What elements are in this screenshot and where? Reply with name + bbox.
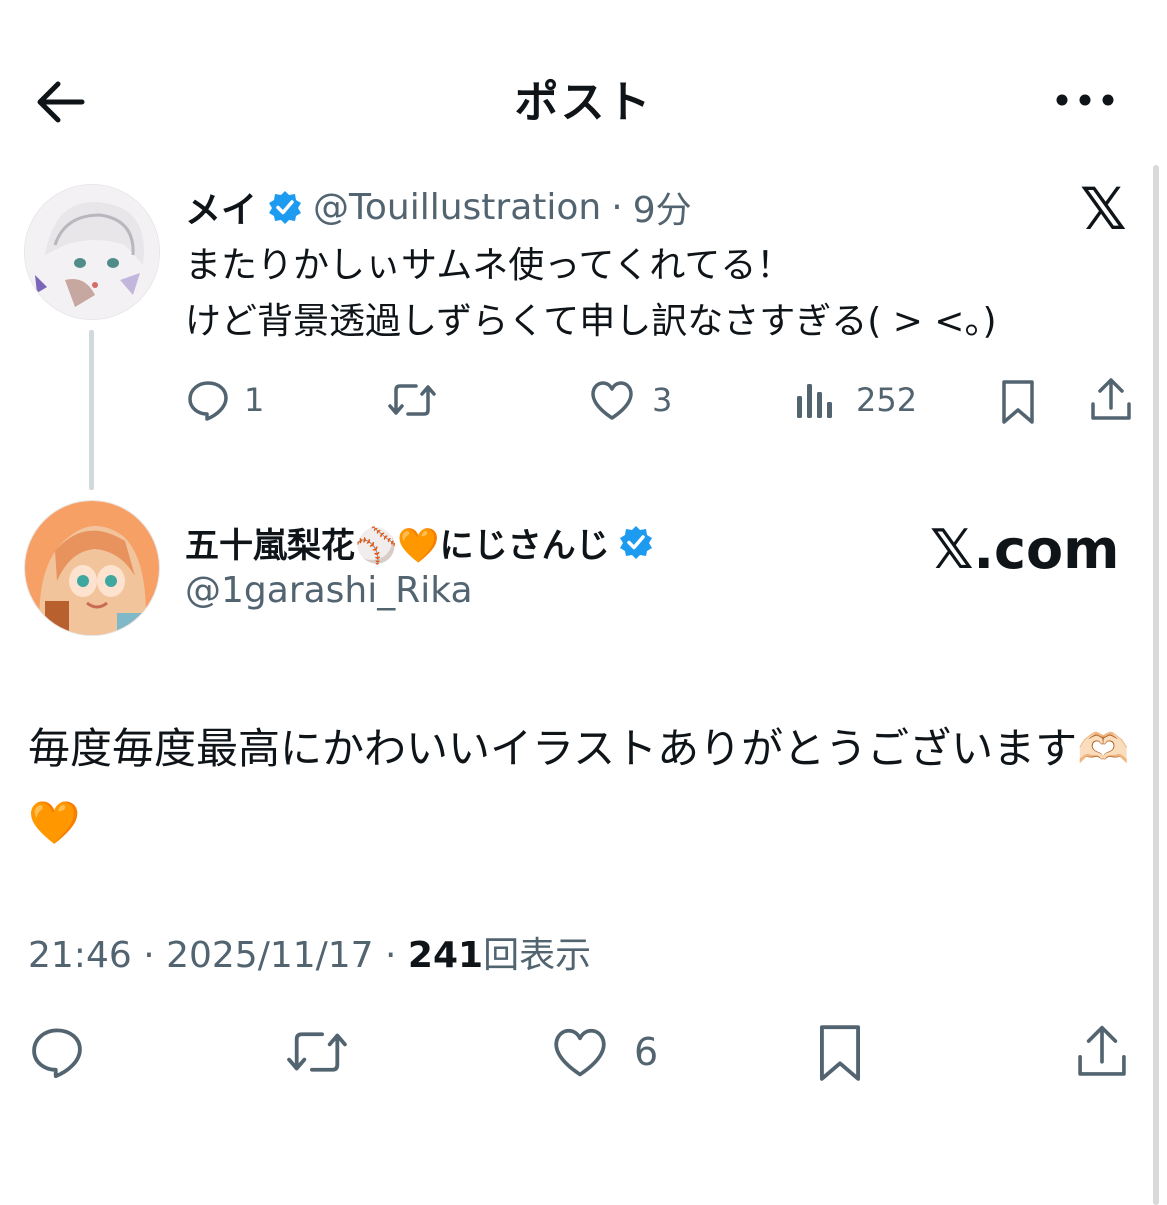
share-button[interactable] [1088,376,1134,424]
view-count: 252 [856,381,918,419]
time-ago[interactable]: 9分 [633,181,692,233]
retweet-icon [388,384,436,416]
page-title: ポスト [514,77,653,128]
more-horizontal-icon[interactable] [1052,82,1118,118]
tweet-text: またりかしぃサムネ使ってくれてる！ けど背景透過しずらくて申し訳なさすぎる( >… [185,238,997,350]
thread-line [89,330,94,490]
avatar-illustration [25,501,159,635]
analytics-icon [797,384,832,418]
share-icon [1078,1025,1126,1076]
display-name[interactable]: 五十嵐梨花⚾🧡にじさんじ [185,518,610,567]
avatar[interactable] [24,184,160,320]
parent-tweet-header: メイ @Touillustration · 9分 [185,181,692,233]
bookmark-button[interactable] [998,378,1038,426]
x-logo-icon: 𝕏 [1080,175,1127,243]
top-bar: ポスト [0,0,1167,170]
main-tweet-header: 五十嵐梨花⚾🧡にじさんじ [185,517,654,567]
tweet-text: 毎度毎度最高にかわいいイラストありがとうございます🫶🏻🧡 [28,724,1130,847]
heart-icon [591,381,633,420]
bookmark-button[interactable] [814,1022,866,1084]
view-label: 回表示 [483,935,592,976]
retweet-button[interactable] [284,1024,350,1080]
reply-button[interactable]: 1 [186,378,264,422]
handle[interactable]: @Touillustration [313,187,601,228]
tweet-text-line: けど背景透過しずらくて申し訳なさすぎる( > <。) [185,301,997,342]
display-name[interactable]: メイ [185,181,257,233]
bookmark-icon [1002,380,1034,424]
like-button[interactable]: 3 [588,378,672,422]
comment-icon [188,381,228,421]
verified-badge-icon [619,526,652,559]
tweet-metadata: 21:46 · 2025/11/17 · 241回表示 [28,926,591,978]
tweet-text-line: またりかしぃサムネ使ってくれてる！ [185,245,793,286]
x-com-watermark: 𝕏.com [930,518,1120,581]
separator: · [611,186,623,228]
reply-count: 1 [244,381,265,419]
verified-badge-icon [269,191,302,224]
avatar[interactable] [24,500,160,636]
reply-button[interactable] [28,1024,86,1080]
view-count[interactable]: 241 [408,935,483,976]
share-icon [1091,378,1131,420]
share-button[interactable] [1074,1022,1130,1082]
timestamp[interactable]: 21:46 · 2025/11/17 · [28,935,396,976]
avatar-illustration [25,185,159,319]
views-button[interactable]: 252 [794,378,917,422]
like-count: 6 [634,1030,659,1074]
like-button[interactable]: 6 [550,1024,658,1080]
heart-icon [554,1028,606,1077]
bookmark-icon [819,1025,861,1081]
like-count: 3 [652,381,673,419]
retweet-icon [287,1032,347,1072]
retweet-button[interactable] [386,378,438,422]
comment-icon [32,1028,82,1079]
scrollbar[interactable] [1153,165,1159,1205]
handle[interactable]: @1garashi_Rika [185,570,473,611]
